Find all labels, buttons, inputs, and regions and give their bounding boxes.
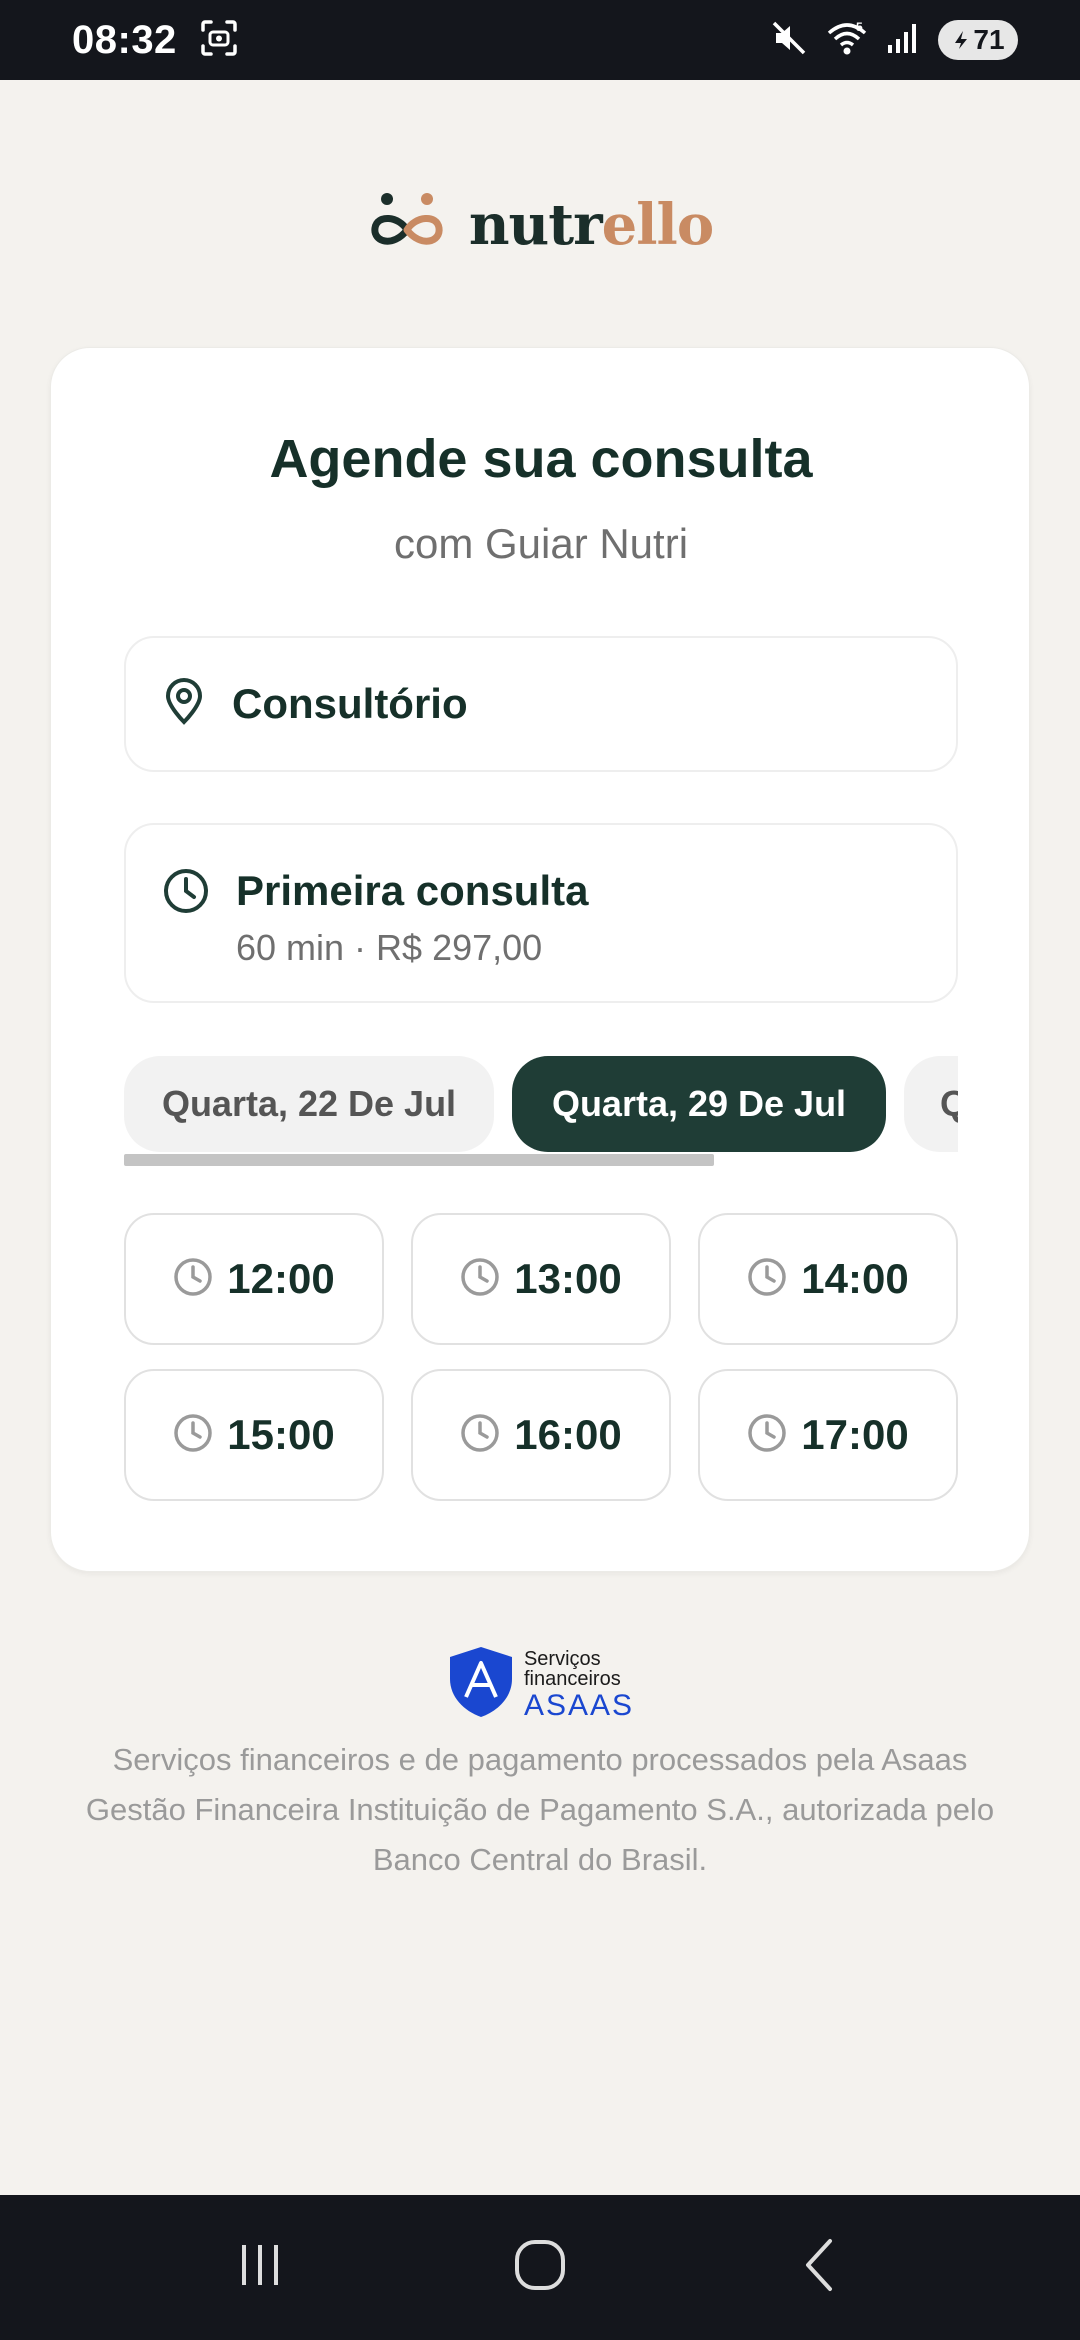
- badge-line-1: Serviços: [523, 1647, 601, 1670]
- logo-mark-icon: [367, 190, 447, 259]
- status-time: 08:32: [72, 17, 177, 62]
- svg-text:5: 5: [856, 20, 863, 34]
- wifi-icon: 5: [826, 19, 868, 62]
- time-slot[interactable]: 14:00: [698, 1213, 958, 1345]
- time-slot[interactable]: 12:00: [124, 1213, 384, 1345]
- time-label: 13:00: [514, 1255, 622, 1302]
- time-slot[interactable]: 13:00: [411, 1213, 671, 1345]
- location-label: Consultório: [232, 680, 468, 727]
- service-details: 60 min · R$ 297,00: [236, 927, 543, 968]
- date-chip[interactable]: Quarta, 22 De Jul: [124, 1056, 494, 1152]
- location-pin-icon: [162, 677, 206, 731]
- time-slot[interactable]: 16:00: [411, 1369, 671, 1501]
- back-icon[interactable]: [790, 2235, 850, 2300]
- brand-logo: nutrello: [0, 190, 1080, 259]
- date-chip-selected[interactable]: Quarta, 29 De Jul: [512, 1056, 886, 1152]
- time-label: 14:00: [801, 1255, 909, 1302]
- booking-card: Agende sua consulta com Guiar Nutri Cons…: [50, 347, 1030, 1572]
- time-label: 16:00: [514, 1411, 622, 1458]
- clock-icon: [173, 1413, 213, 1458]
- page-subtitle: com Guiar Nutri: [393, 520, 689, 567]
- battery-level: 71: [973, 24, 1005, 55]
- badge-line-2: financeiros: [523, 1667, 621, 1690]
- location-card[interactable]: Consultório: [124, 636, 958, 772]
- service-card[interactable]: Primeira consulta 60 min · R$ 297,00: [124, 823, 958, 1003]
- asaas-badge: Serviços financeiros ASAAS: [0, 1645, 1080, 1724]
- signal-icon: [886, 21, 920, 60]
- clock-icon: [162, 867, 210, 920]
- page-title: Agende sua consulta: [269, 429, 813, 489]
- time-label: 15:00: [227, 1411, 335, 1458]
- clock-icon: [747, 1257, 787, 1302]
- date-scrollbar[interactable]: [124, 1154, 714, 1166]
- time-label: 17:00: [801, 1411, 909, 1458]
- shield-icon: [446, 1645, 516, 1724]
- time-label: 12:00: [227, 1255, 335, 1302]
- home-icon[interactable]: [510, 2235, 570, 2300]
- clock-icon: [747, 1413, 787, 1458]
- clock-icon: [173, 1257, 213, 1302]
- time-slot[interactable]: 17:00: [698, 1369, 958, 1501]
- date-chip[interactable]: Q: [904, 1056, 958, 1152]
- logo-wordmark: nutrello: [468, 191, 714, 258]
- screenshot-icon: [199, 18, 239, 63]
- clock-icon: [460, 1257, 500, 1302]
- date-selector[interactable]: Quarta, 22 De Jul Quarta, 29 De Jul Q: [124, 1056, 958, 1152]
- recent-apps-icon[interactable]: [230, 2235, 290, 2300]
- legal-notice: Serviços financeiros e de pagamento proc…: [85, 1742, 995, 1877]
- time-slot[interactable]: 15:00: [124, 1369, 384, 1501]
- battery-icon: 71: [938, 20, 1018, 60]
- badge-brand: ASAAS: [523, 1688, 635, 1722]
- service-title: Primeira consulta: [236, 867, 589, 914]
- system-nav-bar: [0, 2195, 1080, 2340]
- clock-icon: [460, 1413, 500, 1458]
- status-bar: 08:32 5 71: [0, 0, 1080, 80]
- mute-icon: [770, 19, 808, 62]
